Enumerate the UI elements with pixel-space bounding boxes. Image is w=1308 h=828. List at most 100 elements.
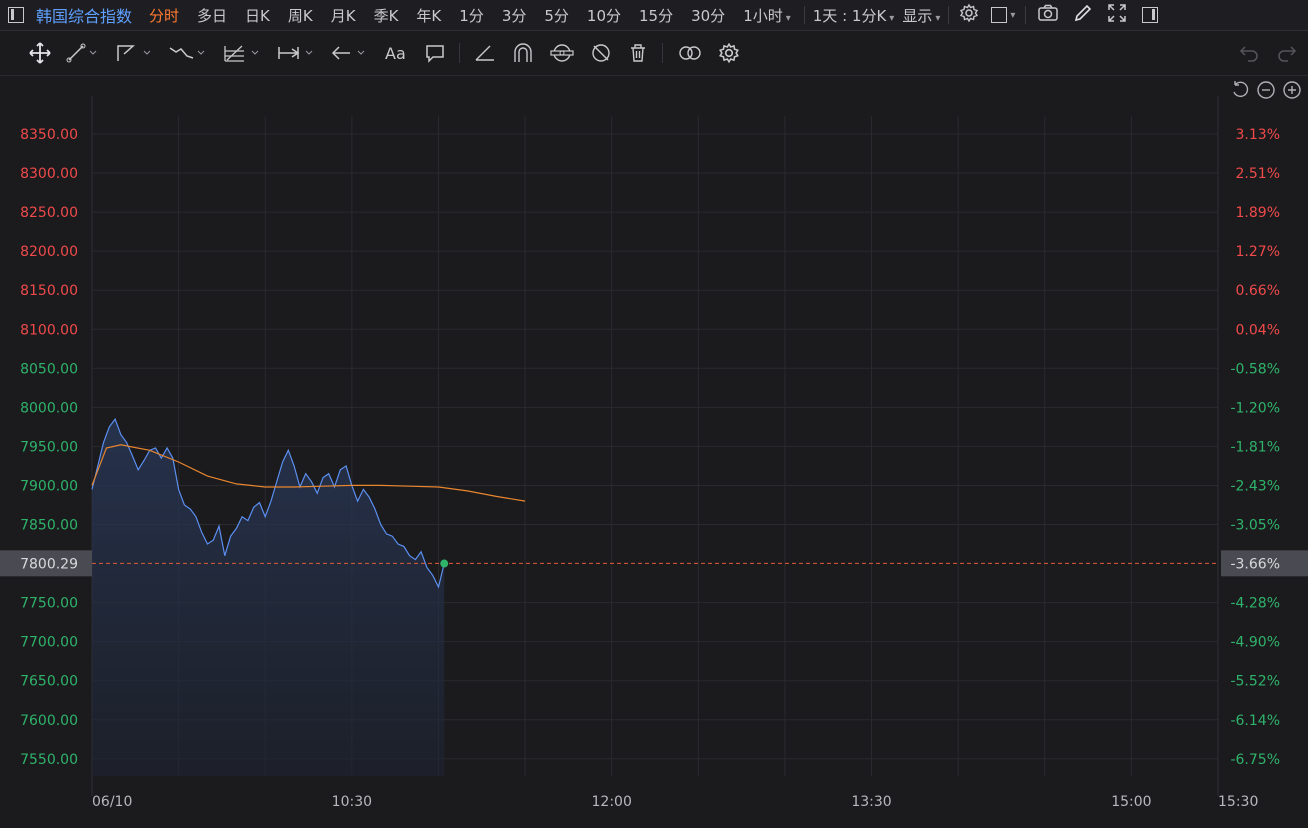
pct-tick-label: -4.28%: [1230, 596, 1280, 612]
fib-icon[interactable]: [215, 31, 269, 75]
price-area: [92, 419, 445, 776]
intraday-chart[interactable]: 8350.00 3.13% 8300.00 2.51% 8250.00 1.89% 8200…: [0, 76, 1308, 828]
hour-select-label: 1小时: [743, 6, 783, 25]
index-title[interactable]: 韩国综合指数: [32, 3, 140, 27]
tab-period-5[interactable]: 季K: [365, 5, 408, 26]
drawing-toolbar: Aa: [0, 31, 1308, 76]
tab-period-12[interactable]: 30分: [682, 5, 734, 26]
tab-period-0[interactable]: 分时: [140, 5, 188, 26]
x-tick-label: 06/10: [92, 794, 132, 810]
tab-period-8[interactable]: 3分: [493, 5, 536, 26]
y-tick-label: 8200.00: [20, 244, 78, 260]
divider: [1025, 6, 1027, 24]
display-select-label: 显示: [902, 6, 933, 25]
chevron-down-icon: ▾: [889, 12, 895, 24]
y-tick-label: 7550.00: [20, 752, 78, 768]
y-tick-label: 7750.00: [20, 596, 78, 612]
chevron-down-icon: ▾: [1010, 9, 1016, 21]
last-price-dot: [440, 559, 449, 568]
y-tick-label: 8000.00: [20, 400, 78, 416]
pct-tick-label: -4.90%: [1230, 635, 1280, 651]
undo-icon[interactable]: [1238, 43, 1260, 63]
divider: [662, 43, 663, 63]
pct-tick-label: -2.43%: [1230, 478, 1280, 494]
move-cross-icon[interactable]: [0, 31, 59, 75]
ruler-icon[interactable]: [466, 31, 504, 75]
y-tick-label: 8150.00: [20, 283, 78, 299]
divider: [803, 6, 805, 24]
y-tick-label: 7900.00: [20, 478, 78, 494]
pct-tick-label: 0.04%: [1236, 322, 1280, 338]
y-tick-label: 7850.00: [20, 518, 78, 534]
pct-tick-label: 1.27%: [1236, 244, 1280, 260]
lock-icon[interactable]: [542, 31, 582, 75]
divider: [948, 6, 950, 24]
undo-redo: [1238, 31, 1298, 75]
text-icon[interactable]: Aa: [377, 31, 417, 75]
tab-period-9[interactable]: 5分: [535, 5, 578, 26]
hide-icon[interactable]: [582, 31, 620, 75]
tab-period-10[interactable]: 10分: [578, 5, 630, 26]
divider: [459, 43, 460, 63]
tab-period-11[interactable]: 15分: [630, 5, 682, 26]
pct-tick-label: -1.81%: [1230, 439, 1280, 455]
link-icon[interactable]: [669, 31, 711, 75]
svg-text:Aa: Aa: [385, 44, 406, 63]
tab-period-6[interactable]: 年K: [407, 5, 450, 26]
trash-icon[interactable]: [620, 31, 656, 75]
fullscreen-icon[interactable]: [1100, 3, 1134, 27]
range-select-label: 1天 : 1分K: [812, 6, 887, 25]
pct-tick-label: -6.14%: [1230, 713, 1280, 729]
hour-select[interactable]: 1小时 ▾: [734, 5, 800, 26]
camera-icon[interactable]: [1030, 4, 1066, 26]
magnet-icon[interactable]: [504, 31, 542, 75]
y-tick-label: 8250.00: [20, 205, 78, 221]
pct-tick-label: -3.05%: [1230, 518, 1280, 534]
y-tick-label: 7600.00: [20, 713, 78, 729]
pct-tick-label: -3.66%: [1230, 556, 1280, 572]
settings-icon[interactable]: [953, 3, 985, 27]
tab-period-3[interactable]: 周K: [279, 5, 322, 26]
tab-period-4[interactable]: 月K: [322, 5, 365, 26]
x-tick-label: 15:00: [1111, 794, 1151, 810]
y-tick-label: 7650.00: [20, 674, 78, 690]
y-tick-label: 7950.00: [20, 439, 78, 455]
y-tick-label: 7700.00: [20, 635, 78, 651]
polyline-icon[interactable]: [107, 31, 161, 75]
x-tick-label: 10:30: [332, 794, 372, 810]
pct-tick-label: 1.89%: [1236, 205, 1280, 221]
pct-tick-label: 2.51%: [1236, 166, 1280, 182]
y-tick-label: 8300.00: [20, 166, 78, 182]
pct-tick-label: -6.75%: [1230, 752, 1280, 768]
y-tick-label: 8050.00: [20, 361, 78, 377]
pct-tick-label: -0.58%: [1230, 361, 1280, 377]
pct-tick-label: -5.52%: [1230, 674, 1280, 690]
pct-tick-label: 0.66%: [1236, 283, 1280, 299]
trend-line-icon[interactable]: [59, 31, 107, 75]
tab-period-2[interactable]: 日K: [236, 5, 279, 26]
comment-icon[interactable]: [417, 31, 453, 75]
pencil-icon[interactable]: [1066, 3, 1100, 27]
wave-icon[interactable]: [161, 31, 215, 75]
tab-period-1[interactable]: 多日: [188, 5, 236, 26]
display-select[interactable]: 显示 ▾: [898, 5, 944, 26]
arrow-left-icon[interactable]: [323, 31, 377, 75]
measure-icon[interactable]: [269, 31, 323, 75]
x-tick-label: 12:00: [592, 794, 632, 810]
range-select[interactable]: 1天 : 1分K ▾: [809, 5, 899, 26]
tab-period-7[interactable]: 1分: [450, 5, 493, 26]
redo-icon[interactable]: [1276, 43, 1298, 63]
side-panel-icon[interactable]: [1142, 7, 1159, 23]
tool-settings-icon[interactable]: [711, 31, 747, 75]
y-tick-label: 8350.00: [20, 127, 78, 143]
chevron-down-icon: ▾: [935, 12, 941, 24]
x-tick-label: 13:30: [851, 794, 891, 810]
y-tick-label: 7800.29: [20, 556, 78, 572]
x-tick-label: 15:30: [1218, 794, 1258, 810]
top-bar: 韩国综合指数 分时 多日 日K 周K 月K 季K 年K 1分 3分 5分 10分…: [0, 0, 1308, 31]
chevron-down-icon: ▾: [785, 12, 791, 24]
layout-icon[interactable]: ▾: [985, 7, 1021, 23]
pct-tick-label: -1.20%: [1230, 400, 1280, 416]
y-tick-label: 8100.00: [20, 322, 78, 338]
panel-toggle-icon[interactable]: [8, 7, 24, 23]
